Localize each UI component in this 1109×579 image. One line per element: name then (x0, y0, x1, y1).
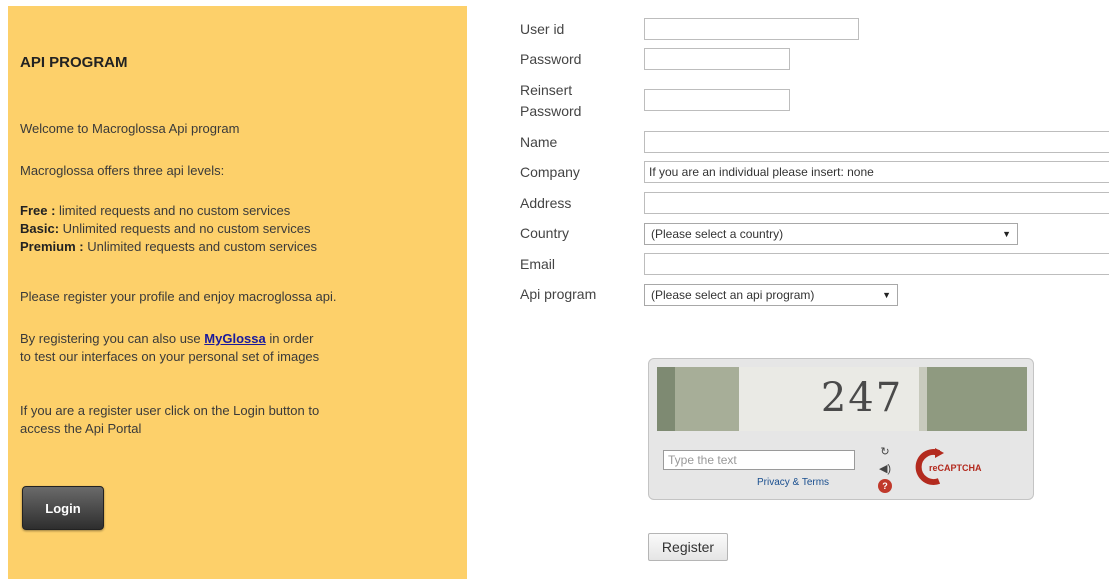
dropdown-arrow-icon: ▼ (882, 290, 891, 300)
country-select[interactable]: (Please select a country) ▼ (644, 223, 1018, 245)
refresh-icon[interactable]: ↻ (878, 445, 892, 459)
level-free-name: Free : (20, 203, 56, 218)
name-label: Name (520, 134, 558, 150)
register-info-text: Please register your profile and enjoy m… (20, 289, 337, 304)
api-program-selected-value: (Please select an api program) (651, 288, 815, 302)
audio-icon[interactable]: ◀) (878, 462, 892, 476)
level-basic-desc: Unlimited requests and no custom service… (62, 221, 311, 236)
myglossa-link[interactable]: MyGlossa (204, 331, 265, 346)
name-input[interactable] (644, 131, 1109, 153)
myglossa-line2: to test our interfaces on your personal … (20, 349, 320, 364)
login-info-line2: access the Api Portal (20, 421, 142, 436)
country-selected-value: (Please select a country) (651, 227, 784, 241)
company-input[interactable] (644, 161, 1109, 183)
myglossa-post: in order (269, 331, 314, 346)
level-basic-name: Basic: (20, 221, 60, 236)
myglossa-text: By registering you can also use MyGlossa… (20, 330, 313, 348)
recaptcha-widget: 247 Privacy & Terms ↻ ◀) ? reCAPTCHA (648, 358, 1034, 500)
level-free-desc: limited requests and no custom services (59, 203, 291, 218)
welcome-text: Welcome to Macroglossa Api program (20, 121, 240, 136)
level-basic: Basic: Unlimited requests and no custom … (20, 220, 311, 238)
user-id-label: User id (520, 21, 565, 37)
captcha-challenge-text: 247 (820, 375, 904, 421)
login-button[interactable]: Login (22, 486, 104, 530)
login-info-line1: If you are a register user click on the … (20, 403, 320, 418)
password-input[interactable] (644, 48, 790, 70)
user-id-input[interactable] (644, 18, 859, 40)
reinsert-label-line1: Reinsert (520, 82, 573, 98)
register-button[interactable]: Register (648, 533, 728, 561)
api-program-label: Api program (520, 286, 597, 302)
password-label: Password (520, 51, 582, 67)
help-icon[interactable]: ? (878, 479, 892, 493)
privacy-terms-link[interactable]: Privacy & Terms (757, 477, 829, 488)
level-premium-desc: Unlimited requests and custom services (87, 239, 317, 254)
levels-intro-text: Macroglossa offers three api levels: (20, 163, 225, 178)
captcha-image: 247 (657, 367, 1027, 431)
api-program-panel: API PROGRAM Welcome to Macroglossa Api p… (8, 6, 467, 579)
country-label: Country (520, 225, 570, 241)
recaptcha-logo-text: reCAPTCHA (929, 463, 982, 473)
address-input[interactable] (644, 192, 1109, 214)
recaptcha-logo: reCAPTCHA (915, 448, 982, 485)
myglossa-pre: By registering you can also use (20, 331, 201, 346)
level-free: Free : limited requests and no custom se… (20, 202, 290, 220)
captcha-controls: ↻ ◀) ? (875, 443, 895, 493)
api-program-select[interactable]: (Please select an api program) ▼ (644, 284, 898, 306)
level-premium: Premium : Unlimited requests and custom … (20, 238, 317, 256)
dropdown-arrow-icon: ▼ (1002, 229, 1011, 239)
email-label: Email (520, 256, 556, 272)
address-label: Address (520, 195, 572, 211)
email-input[interactable] (644, 253, 1109, 275)
captcha-input[interactable] (663, 450, 855, 470)
reinsert-password-input[interactable] (644, 89, 790, 111)
level-premium-name: Premium : (20, 239, 84, 254)
reinsert-label-line2: Password (520, 103, 582, 119)
panel-title: API PROGRAM (20, 54, 128, 71)
company-label: Company (520, 164, 580, 180)
